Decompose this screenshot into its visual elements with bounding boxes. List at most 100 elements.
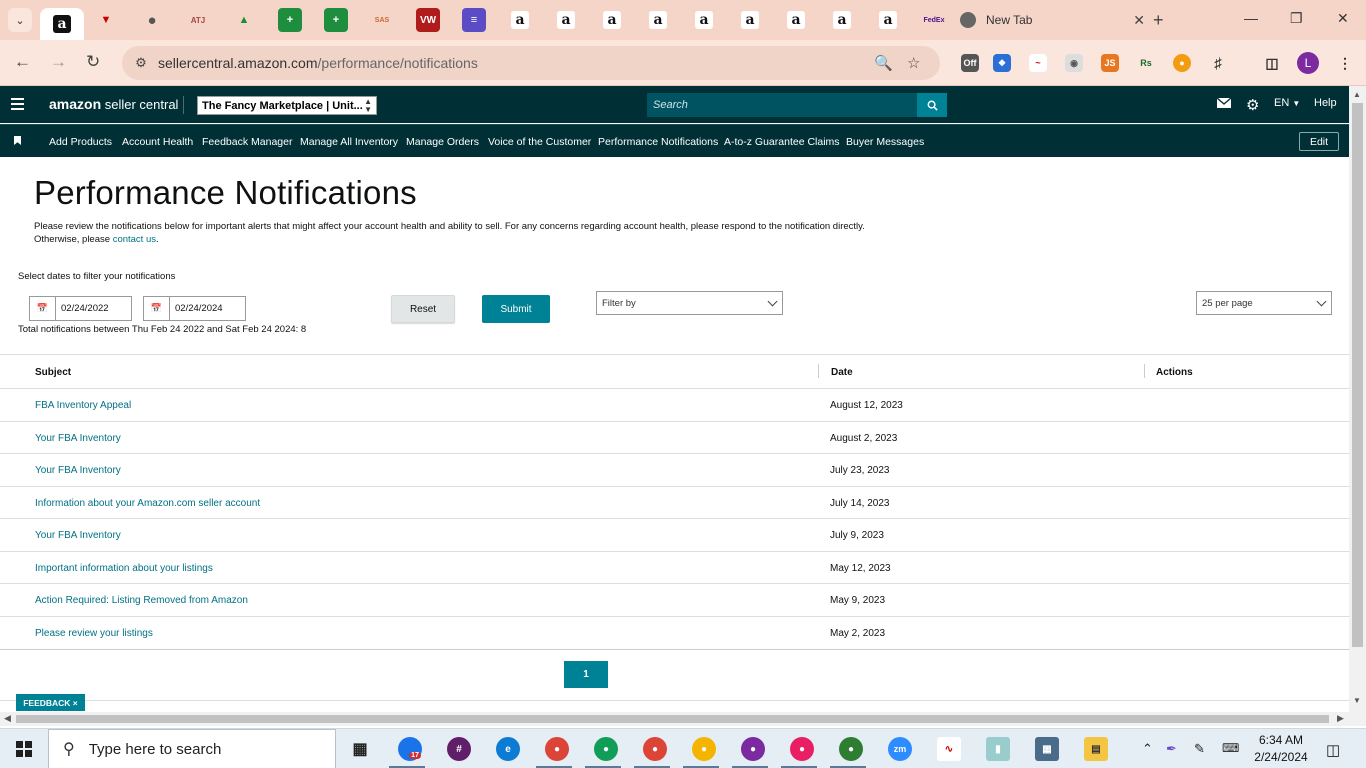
nav-manage-all-inventory[interactable]: Manage All Inventory xyxy=(300,136,398,148)
calendar-icon[interactable]: 📅 xyxy=(30,297,56,320)
slack-icon[interactable]: # xyxy=(447,737,471,761)
profile-avatar[interactable]: L xyxy=(1297,52,1319,74)
notification-subject-link[interactable]: Information about your Amazon.com seller… xyxy=(35,498,260,509)
pagination-page-1[interactable]: 1 xyxy=(564,661,608,688)
scroll-left-icon[interactable]: ◀ xyxy=(4,713,11,724)
notification-subject-link[interactable]: Action Required: Listing Removed from Am… xyxy=(35,595,248,606)
chrome-profile-3-icon[interactable]: ● xyxy=(643,737,667,761)
extension-6-icon[interactable]: ● xyxy=(1173,54,1191,72)
tray-chevron-up-icon[interactable]: ⌃ xyxy=(1142,741,1153,757)
pinned-tab-amazon-7[interactable]: a xyxy=(784,8,808,32)
horizontal-scrollbar[interactable]: ◀ ▶ xyxy=(0,712,1366,726)
pinned-tab-amazon-8[interactable]: a xyxy=(830,8,854,32)
pinned-tab-amazon-9[interactable]: a xyxy=(876,8,900,32)
date-to-field[interactable]: 📅 02/24/2024 xyxy=(143,296,246,321)
zoom-app-icon[interactable]: zm xyxy=(888,737,912,761)
nav-account-health[interactable]: Account Health xyxy=(122,136,193,148)
per-page-select[interactable]: 25 per page xyxy=(1196,291,1332,315)
feedback-button[interactable]: FEEDBACK × xyxy=(16,694,85,711)
extension-4-icon[interactable]: ◉ xyxy=(1065,54,1083,72)
chrome-profile-7-icon[interactable]: ● xyxy=(839,737,863,761)
seller-central-logo[interactable]: amazon seller central xyxy=(49,96,178,112)
filter-by-select[interactable]: Filter by xyxy=(596,291,783,315)
pinned-tab-sheets[interactable]: + xyxy=(278,8,302,32)
hamburger-menu-icon[interactable] xyxy=(11,98,24,113)
extension-off-icon[interactable]: Off xyxy=(961,54,979,72)
close-tab-icon[interactable]: ✕ xyxy=(1133,12,1145,29)
nav-performance-notifications[interactable]: Performance Notifications xyxy=(598,136,718,148)
edit-nav-button[interactable]: Edit xyxy=(1299,132,1339,151)
windows-start-icon[interactable] xyxy=(16,741,32,757)
close-window-icon[interactable]: ✕ xyxy=(1337,10,1349,27)
taskbar-app-mail[interactable]: 17 xyxy=(398,737,422,761)
pinned-tab-amazon-1[interactable]: a xyxy=(508,8,532,32)
side-panel-icon[interactable]: ◫ xyxy=(1263,54,1281,72)
tray-pen-icon[interactable]: ✒ xyxy=(1166,741,1177,757)
calendar-icon[interactable]: 📅 xyxy=(144,297,170,320)
notification-subject-link[interactable]: Please review your listings xyxy=(35,628,153,639)
restore-icon[interactable]: ❐ xyxy=(1290,10,1303,27)
marketplace-select[interactable]: The Fancy Marketplace | Unit... ▲ ▼ xyxy=(197,96,377,115)
pinned-tab-sheets-2[interactable]: + xyxy=(324,8,348,32)
minimize-icon[interactable]: — xyxy=(1244,10,1258,26)
notifications-icon[interactable]: ◫ xyxy=(1326,741,1340,759)
pinned-tab-vw[interactable]: VW xyxy=(416,8,440,32)
extensions-puzzle-icon[interactable]: ♯ xyxy=(1209,54,1227,72)
calculator-icon[interactable]: ▦ xyxy=(1035,737,1059,761)
reset-button[interactable]: Reset xyxy=(391,295,455,323)
extension-js-icon[interactable]: JS xyxy=(1101,54,1119,72)
pinned-tab-2[interactable]: ● xyxy=(140,8,164,32)
notification-subject-link[interactable]: FBA Inventory Appeal xyxy=(35,400,131,411)
keyboard-icon[interactable]: ⌨ xyxy=(1222,741,1239,755)
taskbar-search-input[interactable]: ⚲ Type here to search xyxy=(48,729,336,768)
notification-subject-link[interactable]: Your FBA Inventory xyxy=(35,433,121,444)
chrome-profile-2-icon[interactable]: ● xyxy=(594,737,618,761)
chrome-menu-icon[interactable]: ⋮ xyxy=(1336,54,1354,72)
file-explorer-icon[interactable]: ▤ xyxy=(1084,737,1108,761)
nav-voice-of-customer[interactable]: Voice of the Customer xyxy=(488,136,591,148)
bookmark-star-icon[interactable]: ☆ xyxy=(907,54,920,72)
tab-new-tab[interactable]: New Tab ✕ xyxy=(960,8,1145,32)
pinned-tab-list[interactable]: ≡ xyxy=(462,8,486,32)
scrollbar-thumb[interactable] xyxy=(16,715,1329,723)
edge-icon[interactable]: e xyxy=(496,737,520,761)
submit-button[interactable]: Submit xyxy=(482,295,550,323)
scroll-right-icon[interactable]: ▶ xyxy=(1337,713,1344,724)
nav-a-to-z-claims[interactable]: A-to-z Guarantee Claims xyxy=(724,136,840,148)
scrollbar-thumb[interactable] xyxy=(1352,103,1363,647)
notification-subject-link[interactable]: Your FBA Inventory xyxy=(35,465,121,476)
help-link[interactable]: Help xyxy=(1314,97,1337,109)
scroll-down-icon[interactable]: ▼ xyxy=(1353,696,1361,705)
vertical-scrollbar[interactable]: ▲ ▼ xyxy=(1349,86,1366,712)
taskbar-app-chart[interactable]: ∿ xyxy=(937,737,961,761)
pinned-tab-amazon-5[interactable]: a xyxy=(692,8,716,32)
pinned-tab-amazon-2[interactable]: a xyxy=(554,8,578,32)
search-input[interactable]: Search xyxy=(647,93,917,117)
extension-rs-icon[interactable]: Rs xyxy=(1137,54,1155,72)
site-info-icon[interactable]: ⚙ xyxy=(130,55,152,71)
pinned-tab-1[interactable]: ▼ xyxy=(94,8,118,32)
pinned-tab-amazon-3[interactable]: a xyxy=(600,8,624,32)
extension-3-icon[interactable]: ~ xyxy=(1029,54,1047,72)
nav-add-products[interactable]: Add Products xyxy=(49,136,112,148)
pinned-tab-3[interactable]: ATJ xyxy=(186,8,210,32)
address-bar[interactable]: ⚙ sellercentral.amazon.com/performance/n… xyxy=(122,46,940,80)
forward-icon[interactable]: → xyxy=(50,52,67,72)
date-from-field[interactable]: 📅 02/24/2022 xyxy=(29,296,132,321)
settings-gear-icon[interactable]: ⚙ xyxy=(1246,96,1259,114)
nav-feedback-manager[interactable]: Feedback Manager xyxy=(202,136,292,148)
search-button[interactable] xyxy=(917,93,947,117)
zoom-icon[interactable]: 🔍 xyxy=(874,54,893,72)
nav-manage-orders[interactable]: Manage Orders xyxy=(406,136,479,148)
tab-search-dropdown[interactable]: ⌄ xyxy=(8,8,32,32)
pinned-tab-drive[interactable]: ▲ xyxy=(232,8,256,32)
notification-subject-link[interactable]: Important information about your listing… xyxy=(35,563,213,574)
chrome-profile-5-icon[interactable]: ● xyxy=(741,737,765,761)
pinned-tab-amazon-6[interactable]: a xyxy=(738,8,762,32)
new-tab-button[interactable]: + xyxy=(1153,10,1164,31)
active-tab-amazon[interactable]: a xyxy=(40,8,84,40)
task-view-icon[interactable]: ▦ xyxy=(348,737,372,761)
reload-icon[interactable]: ↻ xyxy=(86,52,100,72)
chrome-profile-4-icon[interactable]: ● xyxy=(692,737,716,761)
language-selector[interactable]: EN ▼ xyxy=(1274,97,1300,109)
